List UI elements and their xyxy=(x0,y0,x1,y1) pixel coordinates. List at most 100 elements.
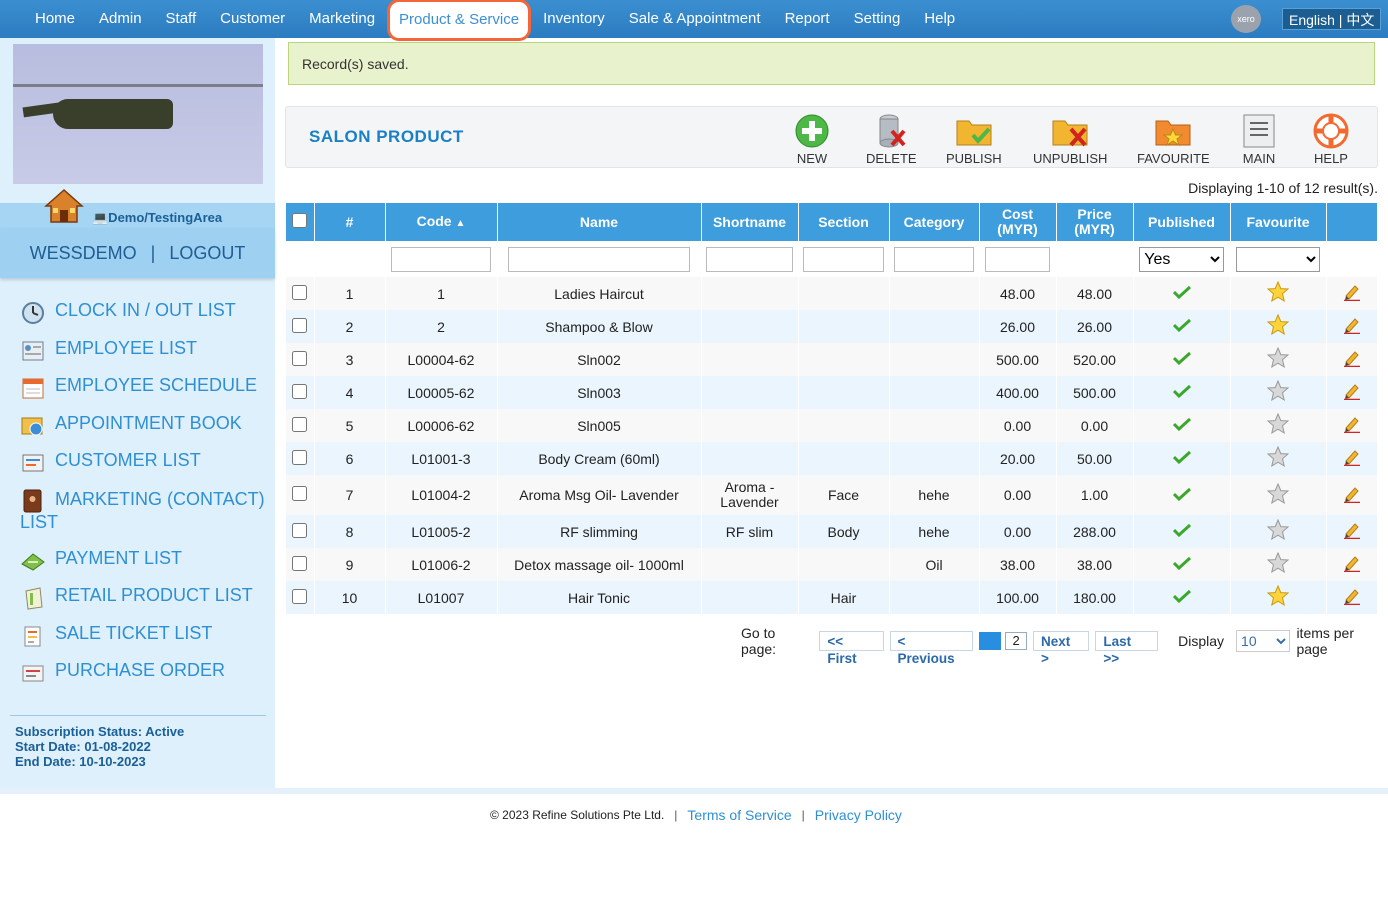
row-checkbox[interactable] xyxy=(292,383,308,399)
first-page-button[interactable]: << First xyxy=(819,631,884,666)
sidebar-item-customer-list[interactable]: CUSTOMER LIST xyxy=(20,450,270,488)
sidebar-item-purchase-order[interactable]: PURCHASE ORDER xyxy=(20,660,270,698)
cell-published[interactable] xyxy=(1133,515,1231,548)
cell-favourite[interactable] xyxy=(1230,548,1327,581)
cell-edit[interactable] xyxy=(1326,376,1378,409)
cell-favourite[interactable] xyxy=(1230,343,1327,376)
table-row[interactable]: 5 L00006-62 Sln005 0.00 0.00 xyxy=(286,409,1378,442)
row-checkbox[interactable] xyxy=(292,416,308,432)
col-number[interactable]: # xyxy=(314,203,386,241)
publish-button[interactable]: PUBLISH xyxy=(946,113,1002,166)
logout-link[interactable]: LOGOUT xyxy=(169,243,245,264)
table-row[interactable]: 9 L01006-2 Detox massage oil- 1000ml Oil 38.… xyxy=(286,548,1378,581)
code-filter-input[interactable] xyxy=(391,246,491,272)
col-section[interactable]: Section xyxy=(798,203,890,241)
last-page-button[interactable]: Last >> xyxy=(1095,631,1159,666)
table-row[interactable]: 1 1 Ladies Haircut 48.00 48.00 xyxy=(286,277,1378,310)
edit-pencil-icon[interactable] xyxy=(1343,486,1361,506)
nav-product-service[interactable]: Product & Service xyxy=(387,0,532,41)
nav-setting[interactable]: Setting xyxy=(842,0,913,38)
table-row[interactable]: 6 L01001-3 Body Cream (60ml) 20.00 50.00 xyxy=(286,442,1378,475)
sidebar-item-sale-ticket-list[interactable]: SALE TICKET LIST xyxy=(20,623,270,661)
cell-edit[interactable] xyxy=(1326,277,1378,310)
cell-favourite[interactable] xyxy=(1230,409,1327,442)
page-2-button[interactable]: 2 xyxy=(1005,632,1027,650)
terms-link[interactable]: Terms of Service xyxy=(687,807,791,823)
cell-published[interactable] xyxy=(1133,310,1231,343)
sidebar-item-retail-product-list[interactable]: RETAIL PRODUCT LIST xyxy=(20,585,270,623)
cell-edit[interactable] xyxy=(1326,475,1378,515)
name-filter-input[interactable] xyxy=(507,246,691,272)
nav-admin[interactable]: Admin xyxy=(87,0,154,38)
cost-filter-input[interactable] xyxy=(984,246,1051,272)
table-row[interactable]: 7 L01004-2 Aroma Msg Oil- Lavender Aroma - … xyxy=(286,475,1378,515)
items-per-page-select[interactable]: 10 xyxy=(1236,630,1291,652)
cell-edit[interactable] xyxy=(1326,515,1378,548)
cell-edit[interactable] xyxy=(1326,343,1378,376)
unpublish-button[interactable]: UNPUBLISH xyxy=(1033,113,1107,166)
cell-favourite[interactable] xyxy=(1230,581,1327,614)
cell-published[interactable] xyxy=(1133,442,1231,475)
sidebar-item-appointment-book[interactable]: APPOINTMENT BOOK xyxy=(20,413,270,451)
col-name[interactable]: Name xyxy=(497,203,702,241)
published-filter-select[interactable]: Yes xyxy=(1139,246,1224,272)
language-switch[interactable]: English | 中文 xyxy=(1282,8,1382,30)
shortname-filter-input[interactable] xyxy=(706,246,793,272)
cell-published[interactable] xyxy=(1133,277,1231,310)
table-row[interactable]: 4 L00005-62 Sln003 400.00 500.00 xyxy=(286,376,1378,409)
cell-favourite[interactable] xyxy=(1230,442,1327,475)
edit-pencil-icon[interactable] xyxy=(1343,556,1361,575)
table-row[interactable]: 3 L00004-62 Sln002 500.00 520.00 xyxy=(286,343,1378,376)
next-page-button[interactable]: Next > xyxy=(1032,631,1090,666)
category-filter-input[interactable] xyxy=(893,246,975,272)
cell-favourite[interactable] xyxy=(1230,310,1327,343)
nav-sale-appointment[interactable]: Sale & Appointment xyxy=(617,0,773,38)
row-checkbox[interactable] xyxy=(292,555,308,571)
main-button[interactable]: MAIN xyxy=(1240,113,1278,166)
cell-published[interactable] xyxy=(1133,548,1231,581)
edit-pencil-icon[interactable] xyxy=(1343,384,1361,403)
row-checkbox[interactable] xyxy=(292,350,308,366)
nav-home[interactable]: Home xyxy=(23,0,87,38)
nav-customer[interactable]: Customer xyxy=(208,0,297,38)
table-row[interactable]: 8 L01005-2 RF slimming RF slim Body hehe 0.00 2… xyxy=(286,515,1378,548)
row-checkbox[interactable] xyxy=(292,449,308,465)
edit-pencil-icon[interactable] xyxy=(1343,523,1361,542)
col-price[interactable]: Price (MYR) xyxy=(1056,203,1134,241)
favourite-filter-select[interactable] xyxy=(1236,246,1320,272)
cell-favourite[interactable] xyxy=(1230,376,1327,409)
col-category[interactable]: Category xyxy=(889,203,980,241)
edit-pencil-icon[interactable] xyxy=(1343,318,1361,337)
sidebar-item-employee-list[interactable]: EMPLOYEE LIST xyxy=(20,338,270,376)
cell-favourite[interactable] xyxy=(1230,515,1327,548)
table-row[interactable]: 2 2 Shampoo & Blow 26.00 26.00 xyxy=(286,310,1378,343)
select-all-checkbox[interactable] xyxy=(292,213,308,228)
cell-published[interactable] xyxy=(1133,409,1231,442)
previous-page-button[interactable]: < Previous xyxy=(889,631,974,666)
row-checkbox[interactable] xyxy=(292,317,308,333)
page-1-button[interactable]: 1 xyxy=(979,632,1002,650)
sidebar-item-payment-list[interactable]: PAYMENT LIST xyxy=(20,548,270,586)
edit-pencil-icon[interactable] xyxy=(1343,351,1361,370)
cell-edit[interactable] xyxy=(1326,409,1378,442)
favourite-button[interactable]: FAVOURITE xyxy=(1137,113,1210,166)
delete-button[interactable]: DELETE xyxy=(866,113,917,166)
col-shortname[interactable]: Shortname xyxy=(701,203,799,241)
cell-edit[interactable] xyxy=(1326,310,1378,343)
privacy-link[interactable]: Privacy Policy xyxy=(815,807,902,823)
house-icon[interactable] xyxy=(44,188,84,224)
cell-edit[interactable] xyxy=(1326,442,1378,475)
cell-published[interactable] xyxy=(1133,581,1231,614)
sidebar-item-employee-schedule[interactable]: EMPLOYEE SCHEDULE xyxy=(20,375,270,413)
col-code[interactable]: Code ▲ xyxy=(385,203,498,241)
nav-help[interactable]: Help xyxy=(912,0,967,38)
col-cost[interactable]: Cost (MYR) xyxy=(979,203,1057,241)
edit-pencil-icon[interactable] xyxy=(1343,285,1361,304)
nav-report[interactable]: Report xyxy=(773,0,842,38)
table-row[interactable]: 10 L01007 Hair Tonic Hair 100.00 180.00 xyxy=(286,581,1378,614)
new-button[interactable]: NEW xyxy=(793,113,831,166)
nav-marketing[interactable]: Marketing xyxy=(297,0,387,38)
cell-favourite[interactable] xyxy=(1230,277,1327,310)
cell-published[interactable] xyxy=(1133,475,1231,515)
sidebar-item-marketing-contact-list[interactable]: MARKETING (CONTACT) LIST xyxy=(20,488,270,548)
